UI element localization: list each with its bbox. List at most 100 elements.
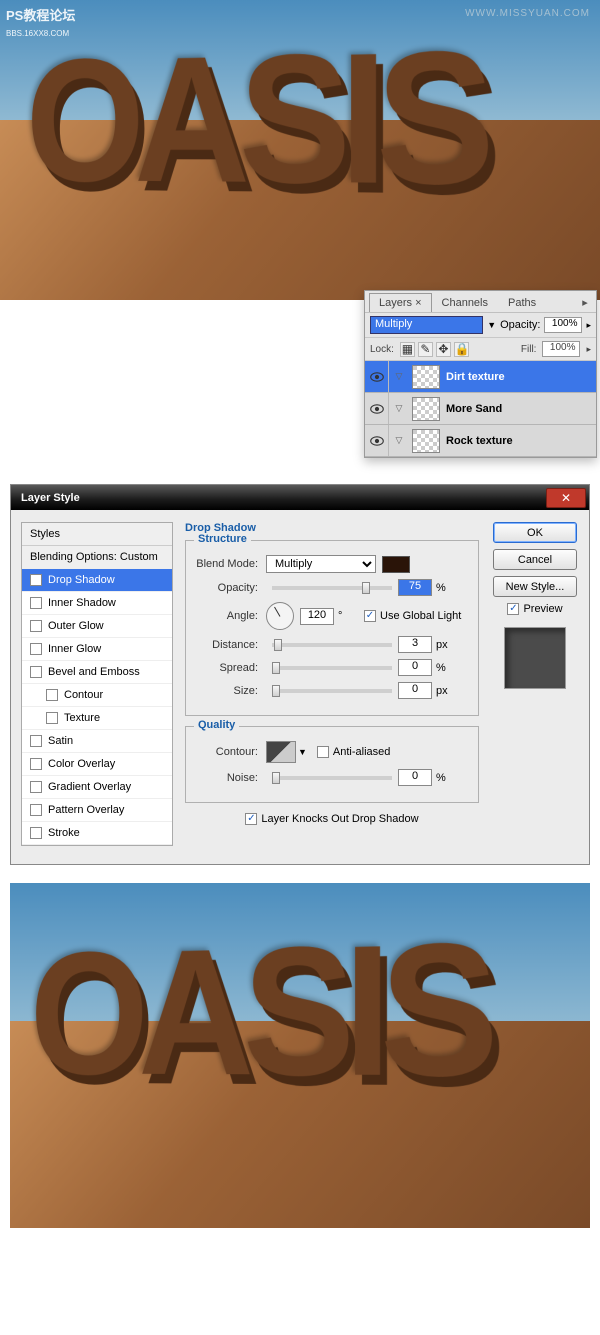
cancel-button[interactable]: Cancel bbox=[493, 549, 577, 570]
tab-channels[interactable]: Channels bbox=[432, 293, 498, 312]
global-light-label: Use Global Light bbox=[380, 610, 461, 622]
fill-arrow[interactable]: ▸ bbox=[586, 344, 591, 355]
preview-checkbox[interactable] bbox=[507, 603, 519, 615]
checkbox-icon[interactable] bbox=[30, 666, 42, 678]
noise-slider[interactable] bbox=[272, 776, 392, 780]
opacity-label: Opacity: bbox=[196, 582, 266, 594]
layer-style-dialog: Layer Style ✕ Styles Blending Options: C… bbox=[10, 484, 590, 865]
lock-all-icon[interactable]: 🔒 bbox=[454, 342, 469, 357]
lock-transparency-icon[interactable]: ▦ bbox=[400, 342, 415, 357]
size-value[interactable]: 0 bbox=[398, 682, 432, 699]
visibility-toggle-icon[interactable] bbox=[365, 425, 389, 456]
layer-thumb[interactable] bbox=[412, 397, 440, 421]
spread-slider[interactable] bbox=[272, 666, 392, 670]
layer-expand-icon[interactable]: ▽ bbox=[392, 435, 406, 446]
checkbox-icon[interactable] bbox=[30, 735, 42, 747]
checkbox-icon[interactable] bbox=[30, 643, 42, 655]
watermark-right: WWW.MISSYUAN.COM bbox=[465, 8, 590, 19]
noise-value[interactable]: 0 bbox=[398, 769, 432, 786]
distance-slider[interactable] bbox=[272, 643, 392, 647]
layer-row-rock[interactable]: ▽ Rock texture bbox=[365, 425, 596, 457]
anti-aliased-checkbox[interactable] bbox=[317, 746, 329, 758]
angle-label: Angle: bbox=[196, 610, 266, 622]
lock-image-icon[interactable]: ✎ bbox=[418, 342, 433, 357]
layer-name: Rock texture bbox=[446, 435, 513, 447]
spread-value[interactable]: 0 bbox=[398, 659, 432, 676]
spread-label: Spread: bbox=[196, 662, 266, 674]
tab-paths[interactable]: Paths bbox=[498, 293, 546, 312]
ok-button[interactable]: OK bbox=[493, 522, 577, 543]
opacity-input[interactable]: 100% bbox=[544, 317, 582, 333]
checkbox-icon[interactable] bbox=[46, 689, 58, 701]
watermark-left: PS教程论坛BBS.16XX8.COM bbox=[6, 5, 75, 39]
checkbox-icon[interactable] bbox=[30, 597, 42, 609]
layer-row-dirt[interactable]: ▽ Dirt texture bbox=[365, 361, 596, 393]
style-color-overlay[interactable]: Color Overlay bbox=[22, 753, 172, 776]
new-style-button[interactable]: New Style... bbox=[493, 576, 577, 597]
checkbox-icon[interactable] bbox=[30, 758, 42, 770]
global-light-checkbox[interactable] bbox=[364, 610, 376, 622]
size-slider[interactable] bbox=[272, 689, 392, 693]
opacity-arrow[interactable]: ▸ bbox=[586, 320, 591, 331]
checkbox-icon[interactable] bbox=[46, 712, 58, 724]
knocks-out-label: Layer Knocks Out Drop Shadow bbox=[261, 813, 418, 825]
angle-value[interactable]: 120 bbox=[300, 608, 334, 625]
style-gradient-overlay[interactable]: Gradient Overlay bbox=[22, 776, 172, 799]
tab-layers[interactable]: Layers × bbox=[369, 293, 432, 312]
style-stroke[interactable]: Stroke bbox=[22, 822, 172, 845]
checkbox-icon[interactable] bbox=[30, 781, 42, 793]
layers-panel: Layers × Channels Paths ▸ Multiply ▼ Opa… bbox=[364, 290, 597, 458]
layer-expand-icon[interactable]: ▽ bbox=[392, 371, 406, 382]
style-inner-shadow[interactable]: Inner Shadow bbox=[22, 592, 172, 615]
visibility-toggle-icon[interactable] bbox=[365, 361, 389, 392]
layer-thumb[interactable] bbox=[412, 365, 440, 389]
blend-mode-dropdown[interactable]: Multiply bbox=[266, 555, 376, 573]
artwork-preview-top: OASIS PS教程论坛BBS.16XX8.COM WWW.MISSYUAN.C… bbox=[0, 0, 600, 300]
lock-position-icon[interactable]: ✥ bbox=[436, 342, 451, 357]
oasis-text-3d: OASIS bbox=[26, 3, 600, 296]
angle-dial[interactable] bbox=[266, 602, 294, 630]
style-satin[interactable]: Satin bbox=[22, 730, 172, 753]
visibility-toggle-icon[interactable] bbox=[365, 393, 389, 424]
opacity-slider[interactable] bbox=[272, 586, 392, 590]
shadow-color-swatch[interactable] bbox=[382, 556, 410, 573]
blend-mode-arrow[interactable]: ▼ bbox=[487, 320, 496, 330]
contour-arrow[interactable]: ▼ bbox=[298, 747, 307, 757]
style-inner-glow[interactable]: Inner Glow bbox=[22, 638, 172, 661]
fill-label: Fill: bbox=[521, 344, 537, 355]
fill-input[interactable]: 100% bbox=[542, 341, 580, 357]
layer-name: More Sand bbox=[446, 403, 502, 415]
checkbox-icon[interactable] bbox=[30, 827, 42, 839]
oasis-text-3d: OASIS bbox=[30, 894, 600, 1216]
opacity-value[interactable]: 75 bbox=[398, 579, 432, 596]
style-contour[interactable]: Contour bbox=[22, 684, 172, 707]
layer-name: Dirt texture bbox=[446, 371, 505, 383]
style-texture[interactable]: Texture bbox=[22, 707, 172, 730]
blending-options-item[interactable]: Blending Options: Custom bbox=[22, 546, 172, 569]
preview-label: Preview bbox=[523, 603, 562, 615]
layer-thumb[interactable] bbox=[412, 429, 440, 453]
style-pattern-overlay[interactable]: Pattern Overlay bbox=[22, 799, 172, 822]
style-drop-shadow[interactable]: Drop Shadow bbox=[22, 569, 172, 592]
checkbox-icon[interactable] bbox=[30, 620, 42, 632]
blend-mode-label: Blend Mode: bbox=[196, 558, 266, 570]
panel-menu-icon[interactable]: ▸ bbox=[578, 296, 592, 309]
styles-header[interactable]: Styles bbox=[22, 523, 172, 546]
checkbox-icon[interactable] bbox=[30, 804, 42, 816]
contour-label: Contour: bbox=[196, 746, 266, 758]
opacity-label: Opacity: bbox=[500, 319, 540, 331]
blend-mode-select[interactable]: Multiply bbox=[370, 316, 483, 334]
distance-value[interactable]: 3 bbox=[398, 636, 432, 653]
layer-expand-icon[interactable]: ▽ bbox=[392, 403, 406, 414]
layer-row-sand[interactable]: ▽ More Sand bbox=[365, 393, 596, 425]
style-preview-thumb bbox=[504, 627, 566, 689]
close-icon[interactable]: ✕ bbox=[546, 488, 586, 508]
knocks-out-checkbox[interactable] bbox=[245, 813, 257, 825]
dialog-titlebar[interactable]: Layer Style ✕ bbox=[11, 485, 589, 510]
contour-picker[interactable] bbox=[266, 741, 296, 763]
lock-label: Lock: bbox=[370, 344, 394, 355]
distance-label: Distance: bbox=[196, 639, 266, 651]
checkbox-icon[interactable] bbox=[30, 574, 42, 586]
style-bevel[interactable]: Bevel and Emboss bbox=[22, 661, 172, 684]
style-outer-glow[interactable]: Outer Glow bbox=[22, 615, 172, 638]
